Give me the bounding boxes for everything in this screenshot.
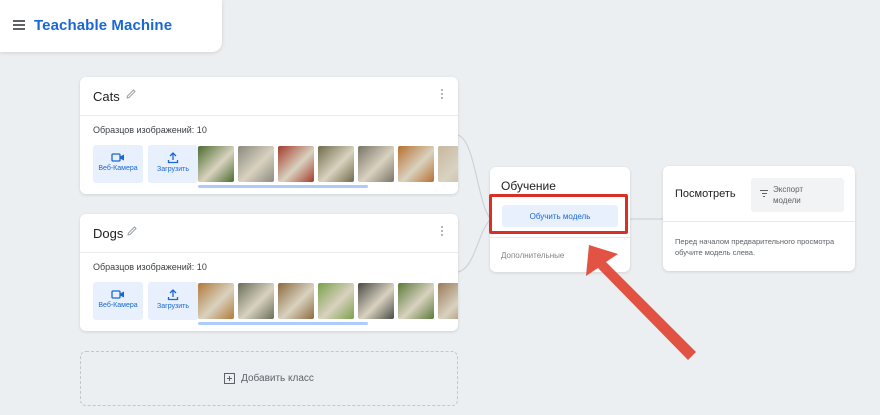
annotation-arrow	[586, 245, 696, 360]
